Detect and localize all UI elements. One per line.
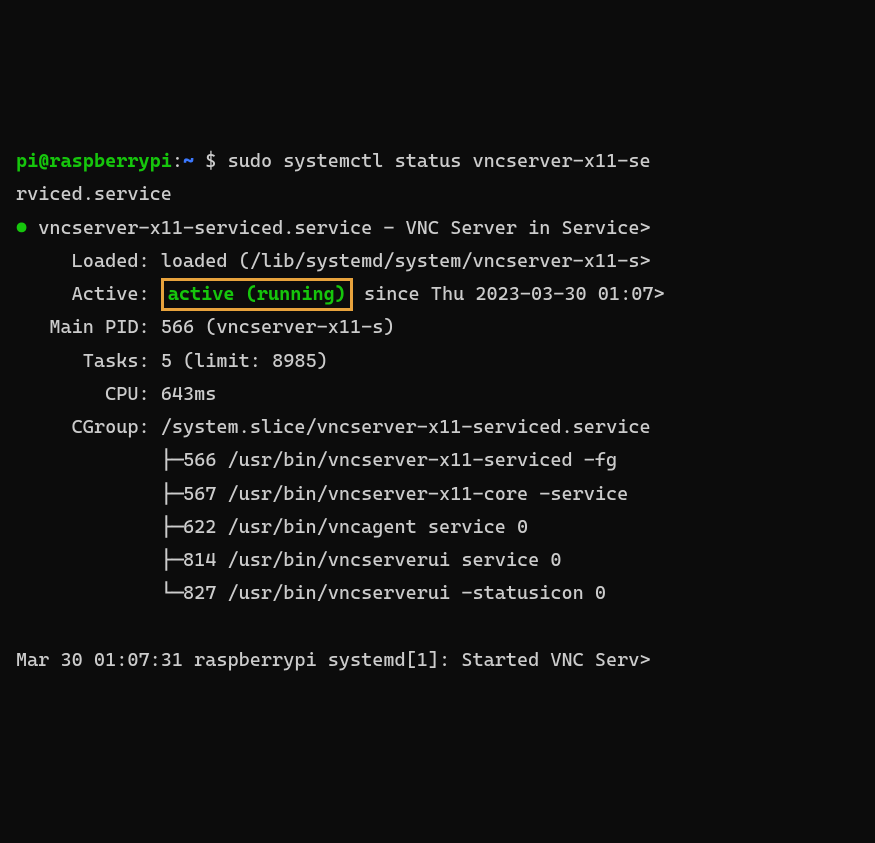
mainpid-label: Main PID: — [49, 316, 149, 338]
process-tree-line: ├─566 /usr/bin/vncserver-x11-serviced -f… — [161, 449, 617, 471]
command-text: sudo systemctl status vncserver-x11-se — [228, 150, 651, 172]
cgroup-value: /system.slice/vncserver-x11-serviced.ser… — [161, 416, 651, 438]
prompt-line: pi@raspberrypi:~ $ sudo systemctl status… — [16, 150, 651, 172]
process-tree-line: ├─567 /usr/bin/vncserver-x11-core -servi… — [161, 483, 629, 505]
prompt-at: @ — [38, 150, 49, 172]
highlight-box: active (running) — [161, 278, 353, 311]
prompt-dollar: $ — [205, 150, 216, 172]
status-bullet-icon: ● — [16, 217, 27, 239]
loaded-value: loaded (/lib/systemd/system/vncserver-x1… — [161, 250, 651, 272]
prompt-host: raspberrypi — [49, 150, 171, 172]
process-tree-line: └─827 /usr/bin/vncserverui -statusicon 0 — [161, 582, 606, 604]
prompt-path: ~ — [183, 150, 194, 172]
command-wrap: rviced.service — [16, 183, 172, 205]
prompt-user: pi — [16, 150, 38, 172]
cpu-value: 643ms — [161, 383, 217, 405]
log-line: Mar 30 01:07:31 raspberrypi systemd[1]: … — [16, 649, 651, 671]
cgroup-label: CGroup: — [72, 416, 150, 438]
process-tree-line: ├─814 /usr/bin/vncserverui service 0 — [161, 549, 562, 571]
mainpid-value: 566 (vncserver-x11-s) — [161, 316, 395, 338]
cpu-label: CPU: — [105, 383, 150, 405]
active-status: active (running) — [168, 283, 346, 305]
process-tree-line: ├─622 /usr/bin/vncagent service 0 — [161, 516, 528, 538]
tasks-label: Tasks: — [83, 350, 150, 372]
active-label: Active: — [72, 283, 150, 305]
loaded-label: Loaded: — [72, 250, 150, 272]
terminal-output[interactable]: pi@raspberrypi:~ $ sudo systemctl status… — [16, 145, 859, 677]
unit-name: vncserver-x11-serviced.service - VNC Ser… — [38, 217, 650, 239]
prompt-colon: : — [172, 150, 183, 172]
active-since: since Thu 2023-03-30 01:07> — [353, 283, 665, 305]
tasks-value: 5 (limit: 8985) — [161, 350, 328, 372]
